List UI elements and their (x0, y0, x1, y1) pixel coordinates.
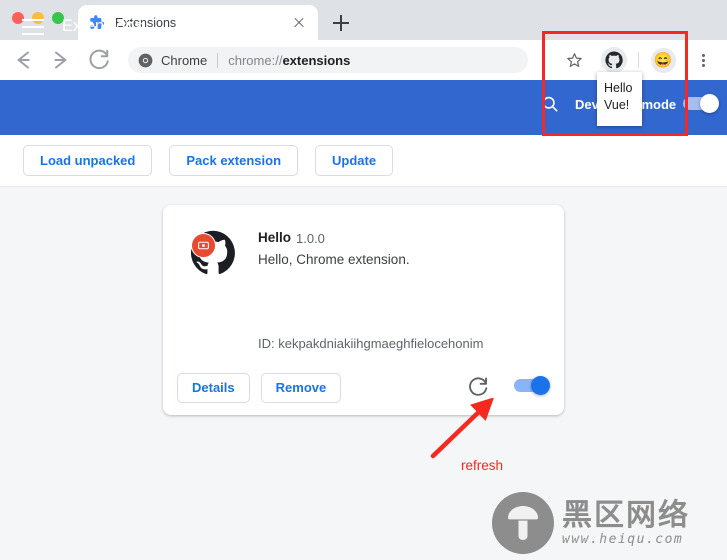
tooltip-line-1: Hello (604, 81, 633, 95)
media-badge-icon (191, 233, 216, 258)
close-icon[interactable] (290, 14, 308, 32)
refresh-icon[interactable] (465, 373, 491, 399)
hamburger-icon[interactable] (22, 19, 44, 36)
browser-window: Extensions Chrome chrome://extensions 😄 … (0, 0, 727, 560)
omnibox-url-prefix: chrome:// (228, 52, 283, 68)
extension-description: Hello, Chrome extension. (258, 252, 410, 267)
back-arrow-icon[interactable] (8, 45, 38, 75)
site-watermark: 黑区网络 www.heiqu.com (492, 492, 717, 554)
toggle-knob (531, 376, 550, 395)
extension-card-footer: Details Remove (163, 360, 564, 415)
github-icon[interactable] (599, 45, 629, 75)
avatar[interactable]: 😄 (648, 45, 678, 75)
load-unpacked-button[interactable]: Load unpacked (23, 145, 153, 176)
profile-avatar-emoji: 😄 (650, 47, 676, 73)
extension-version: 1.0.0 (296, 231, 325, 246)
mushroom-logo-icon (492, 492, 554, 554)
details-button[interactable]: Details (177, 372, 250, 403)
toolbar-actions: 😄 (554, 45, 723, 75)
developer-mode-toggle[interactable] (683, 94, 719, 113)
omnibox-site-label: Chrome (161, 52, 208, 68)
chrome-logo-icon (138, 53, 153, 68)
search-icon[interactable] (540, 94, 560, 114)
new-tab-button[interactable] (330, 12, 352, 34)
refresh-annotation-label: refresh (461, 458, 504, 473)
page-title: Extensions (62, 17, 143, 35)
toolbar-divider (638, 52, 639, 68)
forward-arrow-icon[interactable] (46, 45, 76, 75)
extension-name: Hello (258, 230, 292, 245)
omnibox-divider (217, 52, 219, 68)
watermark-text: 黑区网络 www.heiqu.com (562, 497, 690, 547)
extension-enabled-toggle[interactable] (514, 376, 550, 395)
watermark-name: 黑区网络 (562, 497, 690, 533)
tooltip-line-2: Vue! (604, 98, 630, 112)
toggle-knob (700, 94, 719, 113)
extensions-action-bar: Load unpacked Pack extension Update (0, 135, 727, 187)
watermark-url: www.heiqu.com (562, 531, 684, 547)
remove-button[interactable]: Remove (260, 372, 342, 403)
extension-id: ID: kekpakdniakiihgmaeghfielocehonim (258, 336, 484, 351)
omnibox-url: chrome://extensions (228, 53, 350, 68)
reload-icon[interactable] (84, 45, 114, 75)
update-button[interactable]: Update (315, 145, 394, 176)
omnibox-url-path: extensions (282, 52, 351, 68)
extension-card: Hello 1.0.0 Hello, Chrome extension. ID:… (163, 205, 564, 415)
pack-extension-button[interactable]: Pack extension (169, 145, 299, 176)
kebab-menu-icon[interactable] (688, 45, 718, 75)
omnibox[interactable]: Chrome chrome://extensions (128, 47, 528, 73)
star-icon[interactable] (559, 45, 589, 75)
extension-tooltip: Hello Vue! (597, 72, 642, 126)
